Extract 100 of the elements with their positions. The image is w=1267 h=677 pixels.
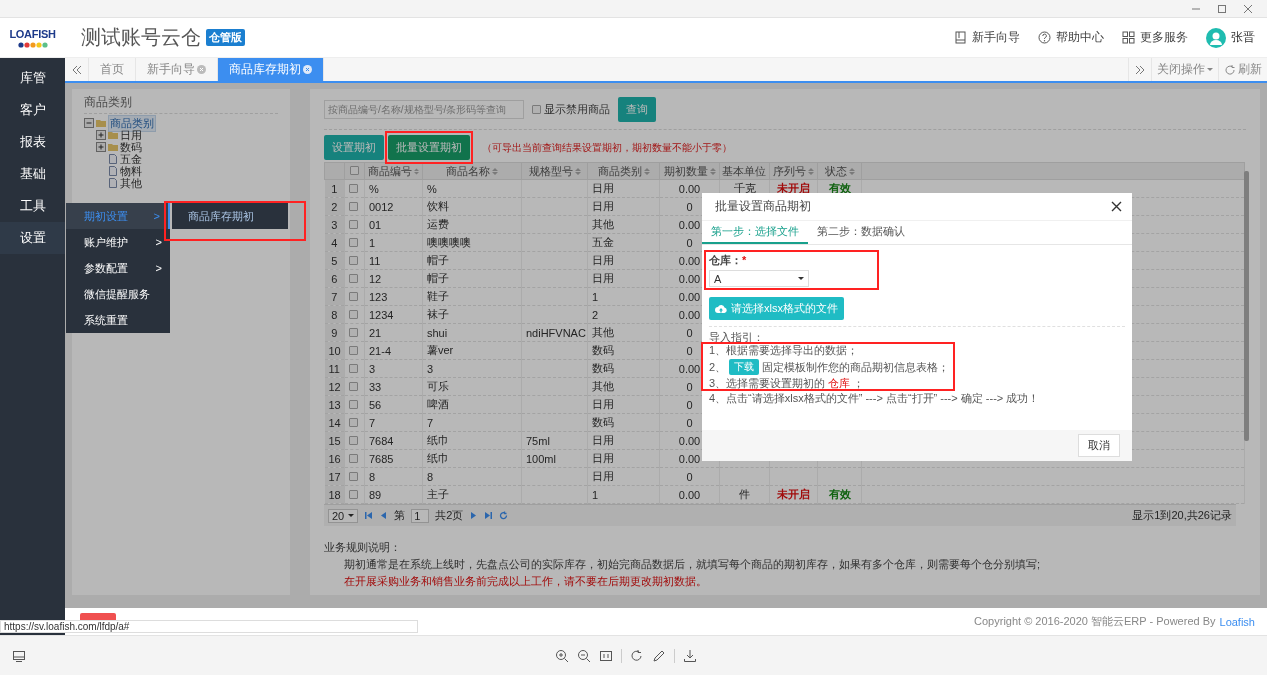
- table-cell: 3: [422, 359, 522, 378]
- sort-icon[interactable]: [492, 166, 498, 176]
- user-name[interactable]: 张晋: [1231, 29, 1255, 46]
- cancel-button[interactable]: 取消: [1078, 434, 1120, 457]
- sort-icon[interactable]: [414, 166, 419, 176]
- zoom-out-icon[interactable]: [576, 648, 591, 663]
- checkbox[interactable]: [350, 166, 359, 175]
- checkbox[interactable]: [349, 471, 358, 481]
- table-cell: shui: [422, 323, 522, 342]
- maximize-icon[interactable]: [1217, 3, 1227, 14]
- next-page-icon[interactable]: [469, 511, 479, 520]
- checkbox[interactable]: [349, 345, 358, 355]
- table-cell: 7684: [364, 431, 423, 450]
- refresh-icon: [1224, 63, 1236, 76]
- checkbox[interactable]: [349, 327, 358, 337]
- checkbox[interactable]: [349, 291, 358, 301]
- checkbox[interactable]: [349, 381, 358, 391]
- checkbox[interactable]: [349, 273, 358, 283]
- help-icon: [1038, 31, 1051, 44]
- sort-icon[interactable]: [574, 166, 581, 176]
- monitor-icon[interactable]: [12, 648, 26, 663]
- close-menu-button[interactable]: 关闭操作: [1151, 58, 1218, 81]
- table-cell: 日用: [587, 179, 660, 198]
- checkbox[interactable]: [349, 309, 358, 319]
- table-cell: 可乐: [422, 377, 522, 396]
- table-cell: 21: [364, 323, 423, 342]
- checkbox[interactable]: [349, 255, 358, 265]
- checkbox[interactable]: [349, 219, 358, 229]
- checkbox[interactable]: [349, 237, 358, 247]
- sidebar-item[interactable]: 库管: [0, 62, 65, 94]
- previous-page-icon[interactable]: [379, 511, 389, 520]
- checkbox[interactable]: [349, 417, 358, 427]
- hint-text: （可导出当前查询结果设置期初，期初数量不能小于零）: [482, 140, 732, 155]
- table-cell: 数码: [587, 359, 660, 378]
- header-link[interactable]: 新手向导: [954, 29, 1020, 46]
- caret-icon: [1207, 67, 1213, 72]
- close-icon[interactable]: [1111, 201, 1122, 212]
- caret-icon: [348, 513, 355, 518]
- checkbox[interactable]: [349, 201, 358, 211]
- zoom-in-icon[interactable]: [554, 648, 569, 663]
- table-cell: 五金: [587, 233, 660, 252]
- menu-item[interactable]: 微信提醒服务: [66, 281, 170, 307]
- checkbox[interactable]: [349, 453, 358, 463]
- table-cell: %: [364, 179, 423, 198]
- sidebar-item[interactable]: 工具: [0, 190, 65, 222]
- table-cell: 日用: [587, 251, 660, 270]
- last-page-icon[interactable]: [484, 511, 494, 520]
- step-tab[interactable]: 第二步：数据确认: [808, 221, 914, 244]
- sort-icon[interactable]: [848, 166, 855, 176]
- header-link[interactable]: 帮助中心: [1038, 29, 1104, 46]
- step-tab[interactable]: 第一步：选择文件: [702, 221, 808, 244]
- warehouse-select[interactable]: A: [709, 270, 809, 287]
- table-cell: 75ml: [521, 431, 588, 450]
- search-field[interactable]: 按商品编号/名称/规格型号/条形码等查询: [324, 100, 524, 119]
- sidebar-item[interactable]: 客户: [0, 94, 65, 126]
- avatar-icon[interactable]: [1206, 27, 1226, 48]
- row-number: 4: [324, 233, 345, 252]
- checkbox[interactable]: [349, 399, 358, 409]
- first-page-icon[interactable]: [364, 511, 374, 520]
- menu-item[interactable]: 参数配置 >: [66, 255, 170, 281]
- table-cell: 0: [659, 467, 720, 486]
- checkbox[interactable]: [349, 183, 358, 193]
- row-number: 3: [324, 215, 345, 234]
- header-link[interactable]: 更多服务: [1122, 29, 1188, 46]
- checkbox[interactable]: [532, 105, 541, 114]
- page-field[interactable]: 1: [411, 508, 430, 523]
- collapse-icon[interactable]: [84, 118, 94, 128]
- checkbox[interactable]: [349, 489, 358, 499]
- sidebar-item[interactable]: 设置: [0, 222, 65, 254]
- pen-icon[interactable]: [651, 648, 666, 663]
- menu-item[interactable]: 系统重置: [66, 307, 170, 333]
- record-summary: 显示1到20,共26记录: [1132, 508, 1232, 523]
- table-cell: 日用: [587, 449, 660, 468]
- sort-icon[interactable]: [709, 166, 716, 176]
- sidebar-item[interactable]: 基础: [0, 158, 65, 190]
- expand-icon[interactable]: [96, 130, 106, 140]
- refresh-button[interactable]: 刷新: [1218, 58, 1267, 81]
- table-cell: 帽子: [422, 269, 522, 288]
- sort-icon[interactable]: [808, 166, 814, 176]
- checkbox[interactable]: [349, 435, 358, 445]
- tab[interactable]: 首页: [89, 58, 136, 81]
- actual-size-icon[interactable]: [598, 648, 613, 663]
- refresh-icon[interactable]: [499, 511, 509, 520]
- scrollbar[interactable]: [1244, 171, 1249, 441]
- table-cell: 薯ver: [422, 341, 522, 360]
- rotate-icon[interactable]: [629, 648, 644, 663]
- expand-icon[interactable]: [96, 142, 106, 152]
- row-number: 5: [324, 251, 345, 270]
- table-cell: 未开启: [769, 485, 818, 504]
- sidebar-item[interactable]: 报表: [0, 126, 65, 158]
- page-size-select[interactable]: 20: [328, 508, 359, 523]
- copyright-text: Copyright © 2016-2020 智能云ERP - Powered By: [974, 614, 1216, 629]
- footer-link[interactable]: Loafish: [1219, 615, 1255, 628]
- table-cell: 0012: [364, 197, 423, 216]
- checkbox[interactable]: [349, 363, 358, 373]
- sort-icon[interactable]: [643, 166, 650, 176]
- table-cell: 2: [587, 305, 660, 324]
- row-number: 9: [324, 323, 345, 342]
- download-icon[interactable]: [682, 648, 697, 663]
- table-cell: 纸巾: [422, 449, 522, 468]
